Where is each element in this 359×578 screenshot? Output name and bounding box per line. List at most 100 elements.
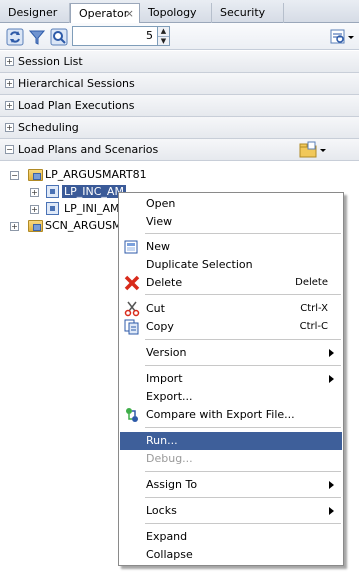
tab-designer[interactable]: Designer: [0, 3, 70, 23]
tab-topology[interactable]: Topology: [140, 3, 212, 23]
menu-item-version[interactable]: Version: [120, 344, 342, 362]
copy-icon: [124, 319, 139, 335]
section-hierarchical-sessions[interactable]: + Hierarchical Sessions: [0, 73, 359, 95]
close-icon[interactable]: ×: [125, 7, 134, 20]
section-scheduling[interactable]: + Scheduling: [0, 117, 359, 139]
tree-node-lp-argusmart81[interactable]: − LP_ARGUSMART81: [0, 167, 359, 183]
menu-item-label: Run...: [146, 434, 178, 447]
menu-item-import[interactable]: Import: [120, 370, 342, 388]
shortcut-label: Ctrl-C: [299, 321, 328, 332]
menu-item-label: View: [146, 215, 173, 228]
folder-icon: [28, 220, 43, 232]
spinner-up-icon[interactable]: ▲: [158, 27, 169, 37]
menu-item-open[interactable]: Open: [120, 195, 342, 213]
menu-item-compare-with-export-file[interactable]: Compare with Export File...: [120, 406, 342, 424]
menu-item-label: Import: [146, 372, 183, 385]
menu-item-label: Expand: [146, 530, 188, 543]
menu-item-label: Duplicate Selection: [146, 258, 253, 271]
spinner-down-icon[interactable]: ▼: [158, 37, 169, 46]
menu-item-label: Export...: [146, 390, 193, 403]
menu-separator: [145, 523, 341, 524]
tab-operator-label: Operator: [79, 7, 129, 20]
expand-icon[interactable]: +: [5, 79, 14, 88]
menu-item-expand[interactable]: Expand: [120, 528, 342, 546]
load-plan-icon: [46, 185, 59, 198]
expand-icon[interactable]: +: [30, 188, 39, 197]
menu-item-label: Locks: [146, 504, 177, 517]
menu-item-label: Version: [146, 346, 187, 359]
refresh-icon[interactable]: [6, 28, 24, 46]
menu-item-assign-to[interactable]: Assign To: [120, 476, 342, 494]
menu-item-cut[interactable]: Cut Ctrl-X: [120, 300, 342, 318]
filter-icon[interactable]: [28, 28, 46, 46]
menu-separator: [145, 294, 341, 295]
spinner-buttons[interactable]: ▲ ▼: [158, 26, 170, 46]
max-items-spinner-input[interactable]: 5: [72, 26, 158, 46]
scissors-icon: [124, 301, 140, 317]
delete-icon: [124, 275, 140, 291]
section-label: Session List: [18, 55, 83, 68]
tab-bar: Designer Operator × Topology Security: [0, 0, 359, 24]
shortcut-label: Ctrl-X: [300, 303, 328, 314]
tab-operator[interactable]: Operator ×: [70, 3, 140, 24]
section-label: Load Plan Executions: [18, 99, 135, 112]
menu-item-view[interactable]: View: [120, 213, 342, 231]
menu-item-export[interactable]: Export...: [120, 388, 342, 406]
menu-separator: [145, 233, 341, 234]
expand-icon[interactable]: +: [5, 101, 14, 110]
menu-separator: [145, 427, 341, 428]
menu-item-label: New: [146, 240, 170, 253]
folder-icon: [28, 169, 43, 181]
tab-topology-label: Topology: [148, 6, 197, 19]
menu-item-locks[interactable]: Locks: [120, 502, 342, 520]
expand-icon[interactable]: +: [30, 205, 39, 214]
menu-item-label: Debug...: [146, 452, 193, 465]
menu-item-delete[interactable]: Delete Delete: [120, 274, 342, 292]
menu-item-label: Copy: [146, 320, 174, 333]
tree-node-label: LP_ARGUSMART81: [45, 168, 147, 181]
menu-item-duplicate-selection[interactable]: Duplicate Selection: [120, 256, 342, 274]
menu-item-collapse[interactable]: Collapse: [120, 546, 342, 564]
menu-item-label: Collapse: [146, 548, 193, 561]
menu-separator: [145, 471, 341, 472]
shortcut-label: Delete: [295, 277, 328, 288]
tree-node-scn-argusma[interactable]: + SCN_ARGUSMA: [0, 218, 130, 234]
collapse-icon[interactable]: −: [10, 171, 19, 180]
tree-node-lp-ini-am[interactable]: + LP_INI_AM: [0, 201, 130, 217]
tree-node-label: SCN_ARGUSMA: [45, 219, 130, 232]
menu-item-label: Assign To: [146, 478, 198, 491]
submenu-arrow-icon: [329, 507, 334, 515]
menu-item-copy[interactable]: Copy Ctrl-C: [120, 318, 342, 336]
section-load-plans-and-scenarios[interactable]: − Load Plans and Scenarios: [0, 139, 359, 161]
menu-separator: [145, 339, 341, 340]
tree-node-lp-inc-am[interactable]: + LP_INC_AM: [0, 184, 130, 200]
expand-icon[interactable]: +: [5, 57, 14, 66]
menu-item-new[interactable]: New: [120, 238, 342, 256]
tab-security-label: Security: [220, 6, 266, 19]
tree-node-label: LP_INI_AM: [64, 202, 120, 215]
toolbar: 5 ▲ ▼: [0, 23, 359, 50]
menu-item-run[interactable]: Run...: [120, 432, 342, 450]
submenu-arrow-icon: [329, 481, 334, 489]
collapse-icon[interactable]: −: [5, 145, 14, 154]
menu-item-label: Compare with Export File...: [146, 408, 295, 421]
tab-security[interactable]: Security: [212, 3, 284, 23]
menu-item-label: Cut: [146, 302, 165, 315]
submenu-arrow-icon: [329, 349, 334, 357]
section-label: Scheduling: [18, 121, 79, 134]
expand-icon[interactable]: +: [10, 222, 19, 231]
section-session-list[interactable]: + Session List: [0, 51, 359, 73]
menu-item-label: Delete: [146, 276, 183, 289]
expand-icon[interactable]: +: [5, 123, 14, 132]
compare-icon: [126, 408, 138, 422]
section-load-plan-executions[interactable]: + Load Plan Executions: [0, 95, 359, 117]
new-folder-menu-icon[interactable]: [298, 141, 328, 159]
section-label: Hierarchical Sessions: [18, 77, 135, 90]
view-menu-icon[interactable]: [330, 28, 356, 46]
find-icon[interactable]: [50, 28, 68, 46]
menu-item-label: Open: [146, 197, 176, 210]
tab-designer-label: Designer: [8, 6, 58, 19]
menu-item-debug: Debug...: [120, 450, 342, 468]
tree-node-label: LP_INC_AM: [61, 184, 127, 199]
new-icon: [124, 240, 138, 254]
